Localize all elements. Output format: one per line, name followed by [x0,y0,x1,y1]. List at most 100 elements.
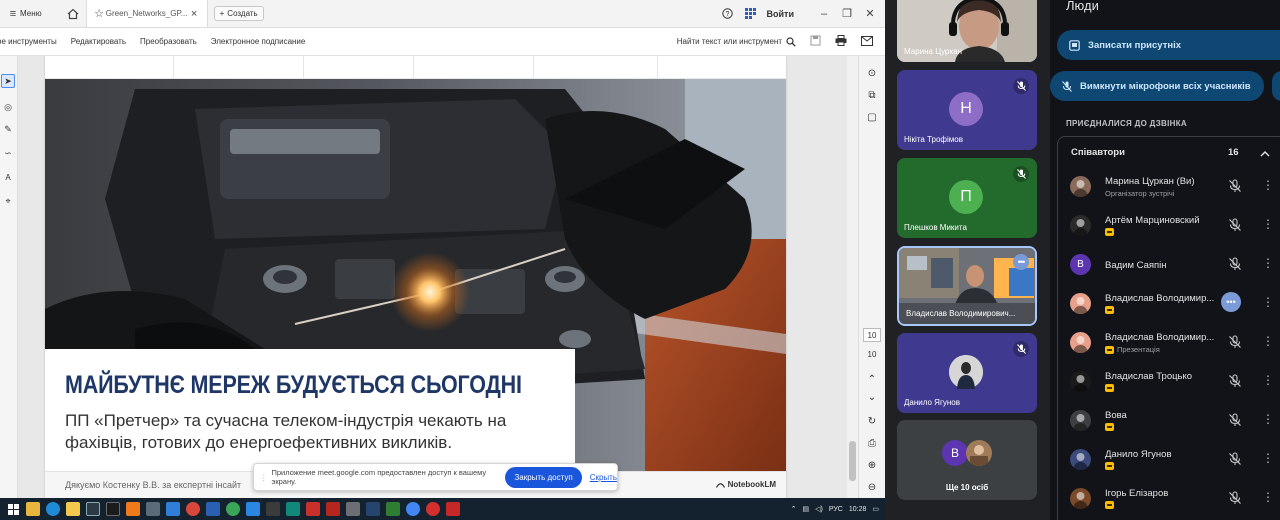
tile-nikita[interactable]: Н Нікіта Трофімов [897,70,1037,150]
record-attendance-button[interactable]: Записати присутніх [1057,30,1280,60]
chrome-icon[interactable] [186,502,200,516]
mic-off-icon[interactable] [1228,491,1242,505]
pages-icon[interactable]: ▢ [865,110,879,124]
tile-vladyslav[interactable]: ••• Владислав Володимирович... [897,246,1037,326]
app-green-icon[interactable] [386,502,400,516]
participant-row[interactable]: Вова ⋮ [1070,404,1280,442]
stop-sharing-button[interactable]: Закрыть доступ [505,466,582,488]
participant-row[interactable]: Марина Цуркан (Ви) Організатор зустрічі ⋮ [1070,170,1280,208]
text-tool-icon[interactable]: A [1,170,15,184]
more-vertical-icon[interactable]: ⋮ [1262,490,1274,504]
settings-app-icon[interactable] [146,502,160,516]
home-icon[interactable] [66,7,80,21]
rotate-icon[interactable]: ↻ [865,414,879,428]
comment-tool-icon[interactable]: ◎ [1,100,15,114]
chat-icon[interactable]: ⊙ [865,66,879,80]
draw-tool-icon[interactable]: ∽ [1,146,15,160]
tray-expand-icon[interactable]: ⌃ [791,505,797,513]
menu-convert[interactable]: Преобразовать [140,37,197,46]
mic-off-icon[interactable] [1228,374,1242,388]
tile-pleshkov[interactable]: П Плешков Микита [897,158,1037,238]
mute-all-button[interactable]: Вимкнути мікрофони всіх учасників [1050,71,1264,101]
star-icon[interactable]: ☆ [93,7,106,21]
tray-network-icon[interactable]: ▤ [802,505,809,513]
more-vertical-icon[interactable]: ⋮ [1262,256,1274,270]
app-gray-icon[interactable] [346,502,360,516]
tile-danylo[interactable]: Данило Ягунов [897,333,1037,413]
tab-document[interactable]: ☆ Green_Networks_GP... × [85,0,208,27]
hide-notice-link[interactable]: Скрыть [590,473,617,482]
participant-row[interactable]: Владислав Володимир... ••• ⋮ [1070,287,1280,325]
mic-off-icon[interactable] [1228,413,1242,427]
save-icon[interactable] [810,35,821,48]
select-tool-icon[interactable]: ➤ [1,74,15,88]
app-dark-icon[interactable] [266,502,280,516]
participant-row[interactable]: Владислав Володимир... Презентація ⋮ [1070,326,1280,364]
tray-volume-icon[interactable]: ◁) [815,505,823,513]
page-up-icon[interactable]: ⌃ [865,372,879,386]
opera-icon[interactable] [426,502,440,516]
chrome-second-icon[interactable] [226,502,240,516]
stamp-tool-icon[interactable]: ⌖ [1,194,15,208]
participant-row[interactable]: Данило Ягунов ⋮ [1070,443,1280,481]
more-actions-pill[interactable] [1272,71,1280,101]
tile-more-people[interactable]: В Ще 10 осіб [897,420,1037,500]
tray-clock[interactable]: 10:28 [849,506,867,513]
menu-esign[interactable]: Электронное подписание [211,37,306,46]
minimize-icon[interactable]: – [817,7,831,21]
more-vertical-icon[interactable]: ⋮ [1262,334,1274,348]
filezilla-icon[interactable] [326,502,340,516]
more-vertical-icon[interactable]: ⋮ [1262,451,1274,465]
more-options-icon[interactable]: ••• [1013,254,1029,270]
find-tool-search[interactable]: Найти текст или инструмент [677,36,796,47]
word-icon[interactable] [206,502,220,516]
mic-off-icon[interactable] [1228,335,1242,349]
acrobat-icon[interactable] [446,502,460,516]
zoom-out-icon[interactable]: ⊖ [865,480,879,494]
page-down-icon[interactable]: ⌄ [865,390,879,404]
more-vertical-icon[interactable]: ⋮ [1262,412,1274,426]
more-vertical-icon[interactable]: ⋮ [1262,217,1274,231]
tile-marina[interactable]: Марина Цуркан [897,0,1037,62]
notifications-icon[interactable]: ▭ [872,505,879,513]
edge-icon[interactable] [46,502,60,516]
chrome-third-icon[interactable] [406,502,420,516]
scrollbar-thumb[interactable] [849,441,856,481]
app-teal-icon[interactable] [286,502,300,516]
participant-row[interactable]: В Вадим Саяпін ⋮ [1070,248,1280,286]
menu-tools[interactable]: ое инструменты [0,37,57,46]
mic-off-icon[interactable] [1228,218,1242,232]
more-vertical-icon[interactable]: ⋮ [1262,295,1274,309]
explorer-folder-icon[interactable] [66,502,80,516]
vertical-scrollbar[interactable] [847,56,858,498]
tab-menu[interactable]: ≡ Меню [0,0,48,27]
bookmark-icon[interactable]: ⧉ [865,88,879,102]
document-area[interactable]: МАЙБУТНЄ МЕРЕЖ БУДУЄТЬСЯ СЬОГОДНІ ПП «Пр… [18,56,858,498]
print-icon[interactable] [835,35,847,48]
extract-page-icon[interactable]: ⎙ [865,436,879,450]
participant-row[interactable]: Владислав Троцько ⋮ [1070,365,1280,403]
apps-grid-icon[interactable] [744,7,758,21]
zoom-in-icon[interactable]: ⊕ [865,458,879,472]
chevron-up-icon[interactable] [1260,150,1270,157]
tray-language[interactable]: РУС [829,506,843,513]
app-navy-icon[interactable] [366,502,380,516]
mic-off-icon[interactable] [1228,257,1242,271]
more-vertical-icon[interactable]: ⋮ [1262,373,1274,387]
mail-app-icon[interactable] [166,502,180,516]
close-window-icon[interactable]: ✕ [863,7,877,21]
maximize-icon[interactable]: ❐ [840,7,854,21]
app-red-icon[interactable] [306,502,320,516]
close-tab-icon[interactable]: × [187,7,200,21]
more-vertical-icon[interactable]: ⋮ [1262,178,1274,192]
mic-off-icon[interactable] [1228,179,1242,193]
help-icon[interactable]: ? [721,7,735,21]
participant-row[interactable]: Ігорь Елізаров ⋮ [1070,482,1280,520]
app-blue-icon[interactable] [246,502,260,516]
group-title[interactable]: Співавтори [1071,147,1125,158]
terminal-icon[interactable] [106,502,120,516]
mic-off-icon[interactable] [1228,452,1242,466]
cone-app-icon[interactable] [126,502,140,516]
start-windows-icon[interactable] [6,502,20,516]
pen-tool-icon[interactable]: ✎ [1,122,15,136]
